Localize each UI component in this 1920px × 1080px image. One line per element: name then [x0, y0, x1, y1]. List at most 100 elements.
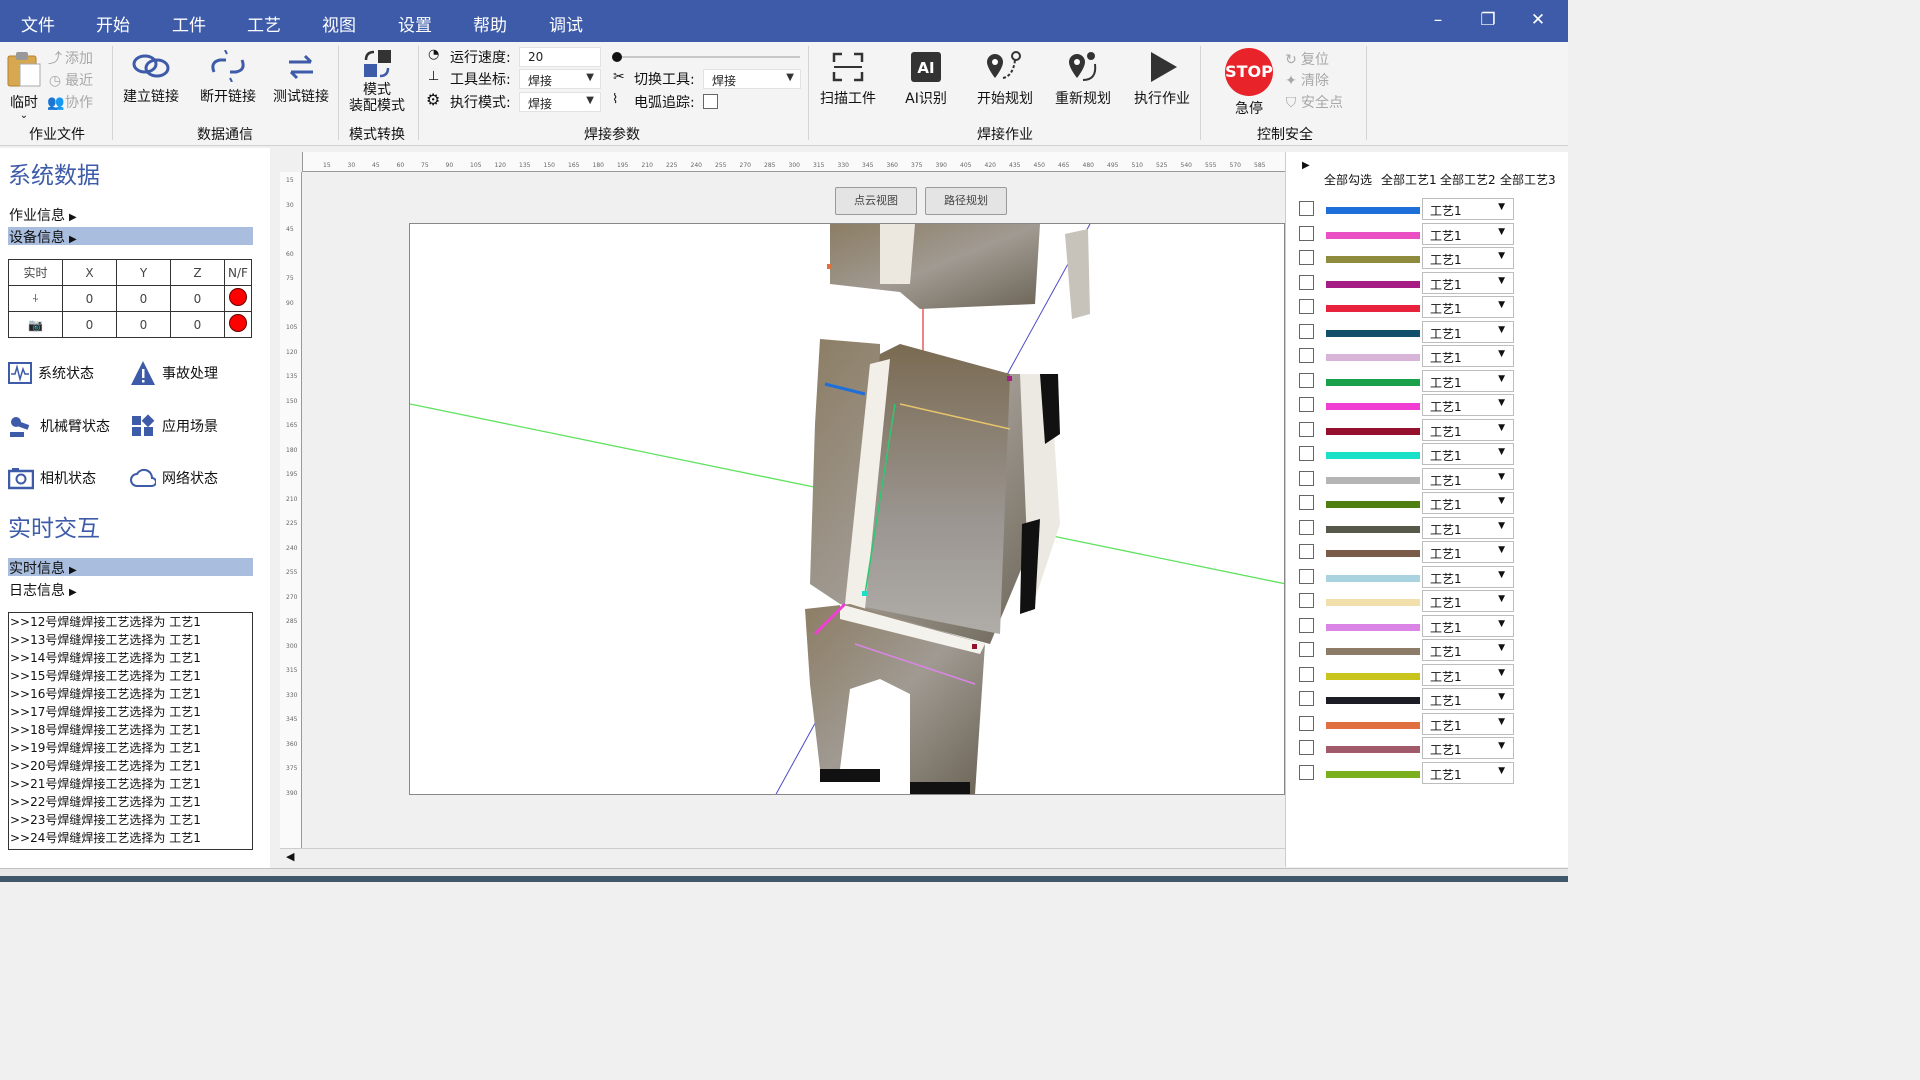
process-select[interactable]: 工艺1 ▼ [1422, 369, 1514, 392]
seam-checkbox[interactable] [1299, 642, 1314, 657]
process-select[interactable]: 工艺1 ▼ [1422, 443, 1514, 465]
process-select[interactable]: 工艺1 ▼ [1422, 345, 1514, 367]
camera-status-item[interactable]: 相机状态 [8, 466, 96, 490]
seam-checkbox[interactable] [1299, 201, 1314, 216]
system-status-item[interactable]: 系统状态 [8, 362, 94, 384]
temp-file-button[interactable]: 临时 ⌄ [4, 50, 44, 121]
scroll-left-icon[interactable]: ◀ [286, 850, 294, 863]
exec-mode-select[interactable]: 焊接 ▼ [519, 92, 601, 112]
seam-checkbox[interactable] [1299, 544, 1314, 559]
process-select[interactable]: 工艺1 ▼ [1422, 565, 1514, 588]
menu-debug[interactable]: 调试 [549, 11, 583, 36]
process-select[interactable]: 工艺1 ▼ [1422, 247, 1514, 269]
connect-button[interactable]: 建立链接 [118, 50, 184, 106]
process-select[interactable]: 工艺1 ▼ [1422, 320, 1514, 343]
scan-workpiece-button[interactable]: 扫描工件 [814, 50, 882, 108]
process-select[interactable]: 工艺1 ▼ [1422, 590, 1514, 612]
seam-checkbox[interactable] [1299, 568, 1314, 584]
seam-checkbox[interactable] [1299, 348, 1314, 363]
seam-checkbox[interactable] [1299, 617, 1314, 633]
close-button[interactable]: ✕ [1523, 10, 1553, 30]
menu-help[interactable]: 帮助 [473, 11, 507, 36]
realtime-info-item[interactable]: 实时信息 ▶ [8, 558, 253, 577]
scenarios-item[interactable]: 应用场景 [130, 414, 218, 438]
job-info-item[interactable]: 作业信息 ▶ [8, 205, 253, 224]
all-process3-button[interactable]: 全部工艺3 [1500, 171, 1556, 188]
menu-start[interactable]: 开始 [96, 11, 130, 36]
test-link-button[interactable]: 测试链接 [268, 50, 334, 106]
reset-button[interactable]: ↻ 复位 [1283, 49, 1329, 69]
switch-tool-select[interactable]: 焊接 ▼ [703, 69, 801, 89]
seam-checkbox[interactable] [1299, 250, 1314, 265]
robot-arm-status-item[interactable]: 机械臂状态 [8, 414, 110, 438]
path-planning-button[interactable]: 路径规划 [925, 187, 1007, 215]
estop-button[interactable]: STOP 急停 [1220, 48, 1278, 118]
tool-coord-select[interactable]: 焊接 ▼ [519, 69, 601, 89]
slider-thumb[interactable] [612, 52, 622, 62]
seam-checkbox[interactable] [1299, 299, 1314, 314]
process-select[interactable]: 工艺1 ▼ [1422, 418, 1514, 441]
horizontal-scrollbar[interactable]: ◀ [280, 848, 1285, 866]
seam-checkbox[interactable] [1299, 274, 1314, 290]
point-cloud-view-button[interactable]: 点云视图 [835, 187, 917, 215]
menu-file[interactable]: 文件 [21, 11, 55, 36]
process-select[interactable]: 工艺1 ▼ [1422, 198, 1514, 220]
caret-right-icon[interactable]: ▶ [1302, 160, 1310, 171]
process-select[interactable]: 工艺1 ▼ [1422, 467, 1514, 490]
process-select[interactable]: 工艺1 ▼ [1422, 541, 1514, 563]
seam-checkbox[interactable] [1299, 446, 1314, 461]
seam-checkbox[interactable] [1299, 593, 1314, 608]
process-select[interactable]: 工艺1 ▼ [1422, 761, 1514, 784]
replan-button[interactable]: 重新规划 [1048, 50, 1118, 108]
arc-track-checkbox[interactable] [703, 94, 718, 109]
menu-process[interactable]: 工艺 [247, 11, 281, 36]
process-select[interactable]: 工艺1 ▼ [1422, 712, 1514, 735]
seam-checkbox[interactable] [1299, 495, 1314, 510]
process-select[interactable]: 工艺1 ▼ [1422, 663, 1514, 686]
process-select[interactable]: 工艺1 ▼ [1422, 516, 1514, 539]
process-select[interactable]: 工艺1 ▼ [1422, 688, 1514, 710]
safe-point-button[interactable]: ⛉ 安全点 [1283, 92, 1343, 112]
minimize-button[interactable]: – [1423, 10, 1453, 30]
process-select[interactable]: 工艺1 ▼ [1422, 271, 1514, 294]
seam-checkbox[interactable] [1299, 397, 1314, 412]
log-info-item[interactable]: 日志信息 ▶ [8, 580, 253, 599]
seam-checkbox[interactable] [1299, 225, 1314, 241]
seam-checkbox[interactable] [1299, 764, 1314, 780]
process-select[interactable]: 工艺1 ▼ [1422, 639, 1514, 661]
process-select[interactable]: 工艺1 ▼ [1422, 222, 1514, 245]
start-plan-button[interactable]: 开始规划 [970, 50, 1040, 108]
log-textbox[interactable]: >>12号焊缝焊接工艺选择为 工艺1 >>13号焊缝焊接工艺选择为 工艺1 >>14… [8, 612, 253, 850]
seam-checkbox[interactable] [1299, 666, 1314, 682]
seam-checkbox[interactable] [1299, 372, 1314, 388]
recent-button[interactable]: ◷ 最近 [47, 70, 93, 90]
execute-job-button[interactable]: 执行作业 [1128, 50, 1196, 108]
process-select[interactable]: 工艺1 ▼ [1422, 394, 1514, 416]
seam-checkbox[interactable] [1299, 740, 1314, 755]
disconnect-button[interactable]: 断开链接 [195, 50, 261, 106]
ai-recognize-button[interactable]: AI AI识别 [894, 50, 958, 108]
clear-button[interactable]: ✦ 清除 [1283, 70, 1329, 90]
collab-button[interactable]: 👥协作 [47, 92, 93, 112]
incident-item[interactable]: 事故处理 [130, 360, 218, 386]
point-cloud-viewport[interactable] [409, 223, 1285, 795]
network-status-item[interactable]: 网络状态 [130, 466, 218, 490]
seam-checkbox[interactable] [1299, 421, 1314, 437]
seam-checkbox[interactable] [1299, 519, 1314, 535]
menu-workpiece[interactable]: 工件 [172, 11, 206, 36]
seam-checkbox[interactable] [1299, 323, 1314, 339]
process-select[interactable]: 工艺1 ▼ [1422, 492, 1514, 514]
device-info-item[interactable]: 设备信息 ▶ [8, 227, 253, 246]
menu-settings[interactable]: 设置 [398, 11, 432, 36]
process-select[interactable]: 工艺1 ▼ [1422, 614, 1514, 637]
add-button[interactable]: ⤴ 添加 [47, 48, 93, 68]
process-select[interactable]: 工艺1 ▼ [1422, 296, 1514, 318]
speed-slider[interactable] [612, 51, 800, 63]
all-process2-button[interactable]: 全部工艺2 [1440, 171, 1496, 188]
select-all-button[interactable]: 全部勾选 [1324, 171, 1372, 188]
all-process1-button[interactable]: 全部工艺1 [1381, 171, 1437, 188]
restore-button[interactable]: ❐ [1473, 10, 1503, 30]
menu-view[interactable]: 视图 [322, 11, 356, 36]
seam-checkbox[interactable] [1299, 470, 1314, 486]
mode-switch-button[interactable]: 模式 装配模式 [344, 48, 410, 114]
